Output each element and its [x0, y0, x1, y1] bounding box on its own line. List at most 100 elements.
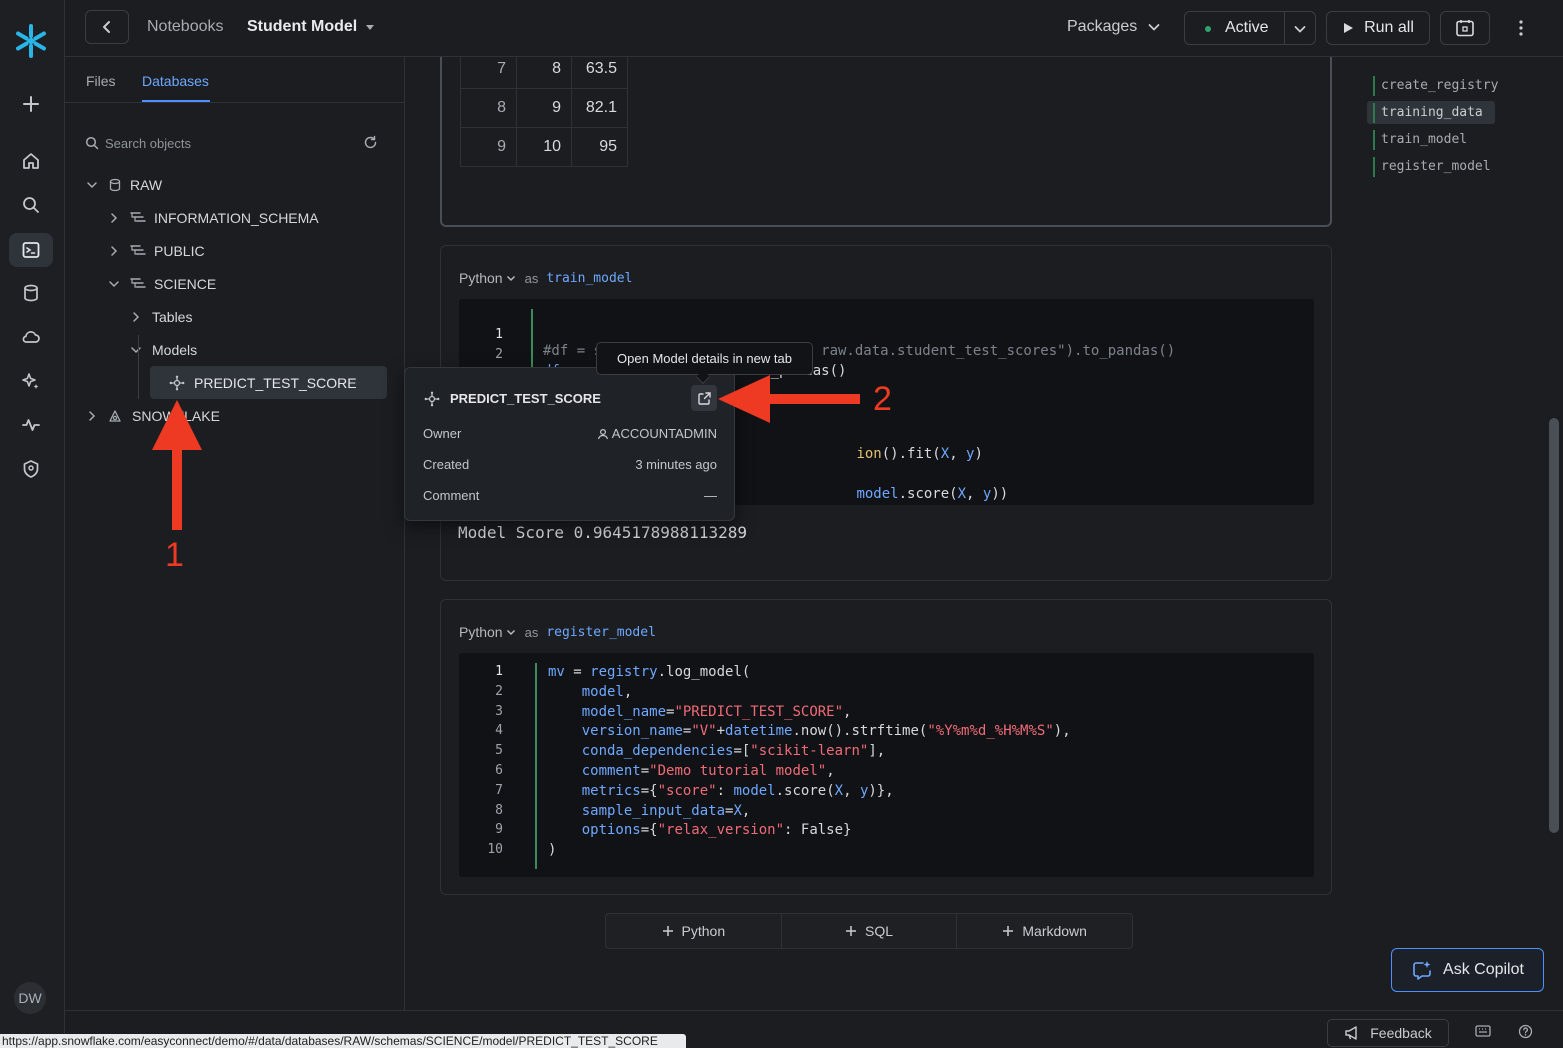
chevron-down-icon[interactable]	[1293, 22, 1307, 36]
code-token: X	[957, 486, 967, 502]
outline-item-create-registry[interactable]: create_registry	[1367, 74, 1498, 97]
database-icon[interactable]	[9, 276, 53, 310]
session-status[interactable]: Active	[1184, 11, 1316, 45]
snowflake-logo-icon[interactable]	[9, 24, 53, 58]
language-selector[interactable]: Python	[459, 624, 503, 640]
code-token: "Demo tutorial model"	[649, 763, 827, 779]
chevron-right-icon[interactable]	[108, 212, 122, 224]
vertical-scrollbar[interactable]	[1549, 418, 1559, 833]
line-number: 8	[495, 802, 503, 818]
code-line: 1 #df = session.sql("select * from raw.d…	[459, 311, 1314, 359]
outline-item-training-data[interactable]: training_data	[1367, 101, 1495, 124]
sparkle-icon[interactable]	[9, 364, 53, 398]
code-token: metrics	[581, 782, 641, 799]
megaphone-icon	[1345, 1026, 1357, 1040]
notebook-title[interactable]: Student Model	[247, 18, 357, 36]
keyboard-icon[interactable]	[1475, 1025, 1491, 1037]
outline-item-register-model[interactable]: register_model	[1367, 155, 1498, 178]
tab-databases[interactable]: Databases	[142, 73, 209, 89]
avatar[interactable]: DW	[14, 982, 46, 1014]
open-in-new-tab-button[interactable]	[691, 385, 717, 411]
tab-files[interactable]: Files	[86, 73, 116, 89]
chevron-down-icon[interactable]	[505, 626, 517, 638]
browser-status-url: https://app.snowflake.com/easyconnect/de…	[0, 1034, 686, 1048]
line-number: 10	[487, 842, 503, 858]
packages-dropdown[interactable]: Packages	[1067, 18, 1161, 36]
chevron-right-icon[interactable]	[108, 245, 122, 257]
notebook-icon[interactable]	[9, 233, 53, 267]
add-python-cell-button[interactable]: Python	[606, 914, 782, 948]
tree-item-information-schema[interactable]: INFORMATION_SCHEMA	[108, 204, 319, 232]
search-objects-input[interactable]	[105, 133, 345, 153]
code-token: .score(	[775, 782, 835, 799]
code-token: .log_model(	[657, 664, 751, 680]
schedule-button[interactable]	[1440, 11, 1490, 45]
cell-register-model[interactable]: Python as register_model 1 mv = registry.…	[440, 599, 1332, 895]
owner-label: Owner	[423, 426, 462, 441]
cell-training-data[interactable]: 7 8 63.5 8 9 82.1 9 10 95	[440, 57, 1332, 227]
chevron-down-icon[interactable]	[108, 278, 122, 290]
code-token: ={	[640, 822, 658, 839]
home-icon[interactable]	[9, 144, 53, 178]
left-rail: DW	[0, 0, 65, 1048]
object-explorer-panel: Files Databases RAW INFORMATION_SCHEMA P…	[65, 57, 405, 1010]
chevron-right-icon[interactable]	[86, 410, 100, 422]
activity-icon[interactable]	[9, 408, 53, 442]
table-cell: 10	[516, 127, 572, 167]
code-token: model_name	[581, 703, 667, 720]
code-token: ,	[843, 703, 852, 720]
chevron-down-icon[interactable]	[86, 179, 100, 191]
add-sql-label: SQL	[865, 923, 894, 939]
code-token: ,	[949, 446, 967, 462]
code-token: model	[581, 683, 624, 700]
add-sql-cell-button[interactable]: SQL	[782, 914, 958, 948]
code-text: mv = registry.log_model(	[548, 664, 750, 680]
code-text: )	[548, 842, 556, 858]
cell-name[interactable]: register_model	[546, 625, 656, 640]
add-markdown-cell-button[interactable]: Markdown	[957, 914, 1132, 948]
breadcrumb-notebooks[interactable]: Notebooks	[147, 18, 224, 36]
tree-item-science[interactable]: SCIENCE	[108, 270, 216, 298]
comment-value: —	[704, 488, 717, 503]
chevron-right-icon[interactable]	[130, 311, 144, 323]
ask-copilot-button[interactable]: Ask Copilot	[1391, 948, 1544, 992]
chevron-down-icon[interactable]	[505, 272, 517, 284]
cell-name[interactable]: train_model	[546, 271, 632, 286]
code-token: =	[640, 763, 650, 779]
search-icon	[85, 136, 99, 150]
as-label: as	[524, 270, 539, 286]
code-token: model	[856, 486, 899, 502]
caret-down-icon[interactable]	[365, 24, 375, 32]
search-icon[interactable]	[9, 188, 53, 222]
tree-item-models[interactable]: Models	[130, 336, 197, 364]
code-line: 9 options={"relax_version": False}	[459, 822, 1314, 842]
tree-item-public[interactable]: PUBLIC	[108, 237, 205, 265]
table-cell: 8	[516, 57, 572, 89]
language-selector[interactable]: Python	[459, 270, 503, 286]
code-token: :	[716, 782, 734, 799]
tree-item-predict-test-score[interactable]: PREDICT_TEST_SCORE	[150, 366, 387, 399]
feedback-button[interactable]: Feedback	[1327, 1019, 1449, 1047]
code-token: )	[974, 446, 983, 462]
more-options-button[interactable]	[1509, 14, 1533, 42]
code-token: "relax_version"	[657, 822, 785, 839]
run-all-button[interactable]: Run all	[1326, 11, 1430, 45]
tree-item-tables[interactable]: Tables	[130, 303, 192, 331]
help-icon[interactable]	[1518, 1024, 1533, 1039]
packages-label: Packages	[1067, 18, 1138, 35]
plus-icon	[662, 926, 673, 936]
chevron-down-icon[interactable]	[130, 344, 144, 356]
cell-header: Python as register_model	[459, 624, 656, 640]
outline-item-train-model[interactable]: train_model	[1367, 128, 1498, 151]
tree-item-raw[interactable]: RAW	[86, 171, 162, 199]
back-button[interactable]	[85, 10, 129, 44]
refresh-icon[interactable]	[363, 135, 378, 150]
cloud-icon[interactable]	[9, 320, 53, 354]
shield-icon[interactable]	[9, 452, 53, 486]
code-token: )},	[868, 782, 894, 799]
plus-icon[interactable]	[9, 87, 53, 121]
code-editor[interactable]: 1 mv = registry.log_model(2 model, 3 model…	[459, 653, 1314, 877]
table-cell: 8	[460, 88, 517, 128]
